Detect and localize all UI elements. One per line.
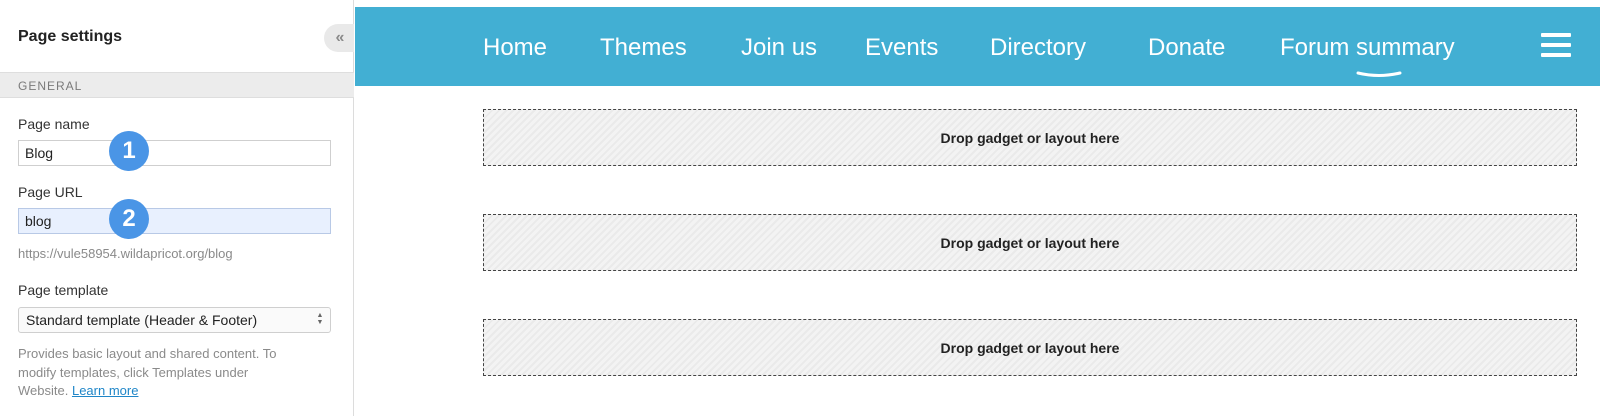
page-template-selected: Standard template (Header & Footer): [26, 312, 258, 328]
learn-more-link[interactable]: Learn more: [72, 383, 138, 398]
help-line-3: Website.: [18, 383, 69, 398]
page-url-input[interactable]: [18, 208, 331, 234]
nav-item-themes[interactable]: Themes: [600, 34, 687, 62]
page-template-select[interactable]: Standard template (Header & Footer) ▲ ▼: [18, 307, 331, 333]
hamburger-icon[interactable]: [1541, 33, 1571, 59]
step-badge-2: 2: [109, 199, 149, 239]
nav-item-donate[interactable]: Donate: [1148, 34, 1225, 62]
help-line-2: modify templates, click Templates under: [18, 364, 249, 380]
main-nav: Home Themes Join us Events Directory Don…: [355, 34, 1600, 74]
section-header-general: GENERAL: [0, 72, 354, 98]
dropzone-2[interactable]: Drop gadget or layout here: [483, 214, 1577, 271]
nav-item-events[interactable]: Events: [865, 34, 938, 62]
nav-item-forum-summary[interactable]: Forum summary: [1280, 34, 1455, 62]
collapse-panel-button[interactable]: «: [324, 24, 354, 52]
help-line-1: Provides basic layout and shared content…: [18, 346, 277, 361]
panel-title: Page settings: [18, 28, 123, 45]
page-name-label: Page name: [18, 116, 90, 132]
dropzone-3[interactable]: Drop gadget or layout here: [483, 319, 1577, 376]
page-settings-panel: Page settings « GENERAL Page name Page U…: [0, 0, 354, 416]
dropzone-1[interactable]: Drop gadget or layout here: [483, 109, 1577, 166]
page-name-input[interactable]: [18, 140, 331, 166]
site-header: Home Themes Join us Events Directory Don…: [355, 7, 1600, 86]
active-nav-underline: [1356, 71, 1402, 77]
select-arrows-icon: ▲ ▼: [316, 312, 324, 326]
page-url-hint: https://vule58954.wildapricot.org/blog: [18, 246, 233, 261]
step-badge-1: 1: [109, 131, 149, 171]
page-template-label: Page template: [18, 282, 109, 298]
nav-item-home[interactable]: Home: [483, 34, 547, 62]
nav-item-directory[interactable]: Directory: [990, 34, 1086, 62]
page-url-label: Page URL: [18, 184, 83, 200]
page-template-help: Provides basic layout and shared content…: [18, 345, 318, 401]
nav-item-join-us[interactable]: Join us: [741, 34, 817, 62]
double-chevron-left-icon: «: [335, 29, 345, 46]
